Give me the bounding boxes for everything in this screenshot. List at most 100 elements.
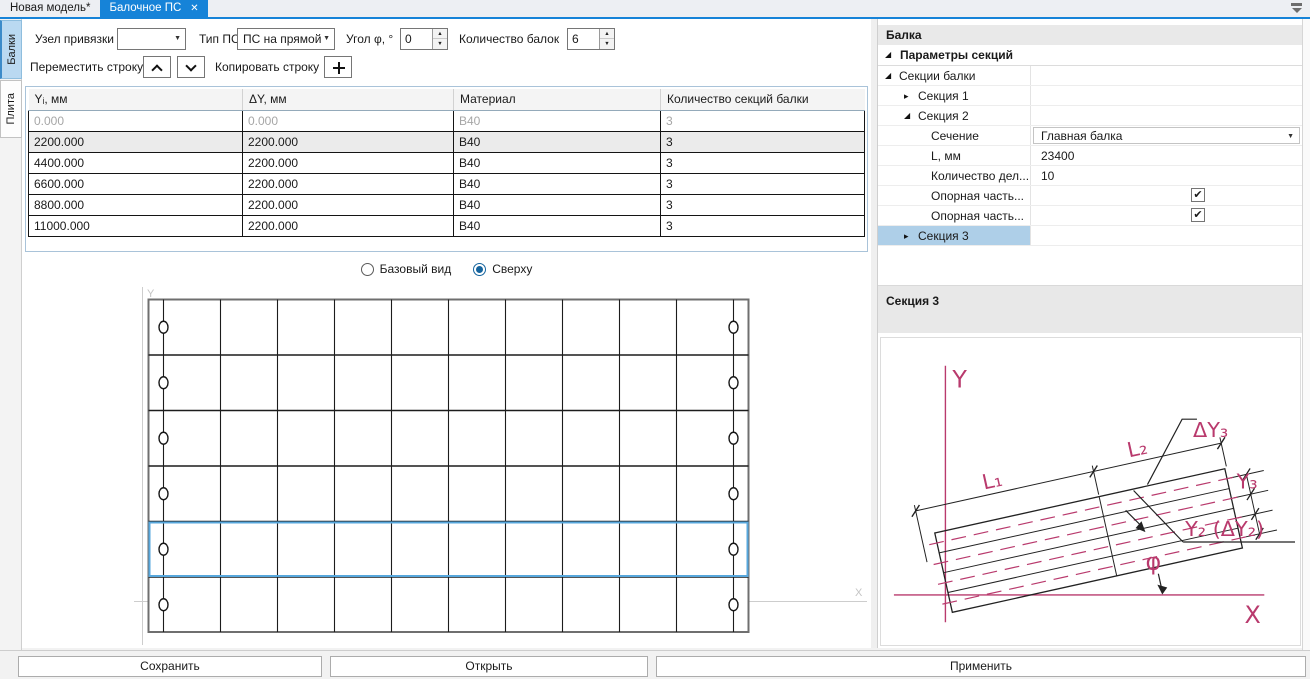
tree-item-section-1[interactable]: ▸ Секция 1 <box>878 86 1303 106</box>
expander-expanded-icon[interactable]: ◢ <box>885 66 891 86</box>
table-row[interactable]: 4400.000 2200.000 В40 3 <box>29 152 865 173</box>
radio-base-view[interactable]: Базовый вид <box>361 261 452 277</box>
save-button[interactable]: Сохранить <box>18 656 322 677</box>
beam-count-spinner[interactable]: 6 ▲ ▼ <box>567 28 615 50</box>
expander-expanded-icon[interactable]: ◢ <box>885 45 891 65</box>
property-row-divisions[interactable]: Количество дел... 10 <box>878 166 1303 186</box>
column-header-dy[interactable]: ΔY, мм <box>243 89 454 110</box>
open-button[interactable]: Открыть <box>330 656 648 677</box>
cell-dy[interactable]: 2200.000 <box>243 215 454 236</box>
tree-item-beam-sections[interactable]: ◢ Секции балки <box>878 66 1303 86</box>
property-row-length[interactable]: L, мм 23400 <box>878 146 1303 166</box>
expander-collapsed-icon[interactable]: ▸ <box>904 86 909 106</box>
plan-y-axis-label: Y <box>147 288 155 300</box>
side-tab-beams[interactable]: Балки <box>0 20 22 79</box>
spin-down-icon[interactable]: ▼ <box>433 39 447 49</box>
cell-sections[interactable]: 3 <box>661 131 865 152</box>
property-row-support-2[interactable]: Опорная часть... ✔ <box>878 206 1303 226</box>
move-row-up-button[interactable] <box>143 56 171 78</box>
tab-overflow-button[interactable] <box>1291 3 1303 14</box>
spin-up-icon[interactable]: ▲ <box>433 29 447 39</box>
diagram-y3-label: Y₃ <box>1236 470 1258 494</box>
tree-item-section-3[interactable]: ▸ Секция 3 <box>878 226 1303 246</box>
cell-yi[interactable]: 4400.000 <box>29 152 243 173</box>
tab-close-icon[interactable]: ✕ <box>190 4 198 14</box>
cell-yi[interactable]: 2200.000 <box>29 131 243 152</box>
cell-sections[interactable]: 3 <box>661 173 865 194</box>
cell-sections[interactable]: 3 <box>661 194 865 215</box>
tree-item-label: Секция 1 <box>918 86 969 106</box>
cell-sections[interactable]: 3 <box>661 110 865 131</box>
divisions-field[interactable]: 10 <box>1041 166 1054 186</box>
length-field[interactable]: 23400 <box>1041 146 1074 166</box>
column-header-material[interactable]: Материал <box>454 89 661 110</box>
column-header-sections[interactable]: Количество секций балки <box>661 89 865 110</box>
view-switch: Базовый вид Сверху <box>22 261 871 277</box>
ps-type-combobox[interactable]: ПС на прямой ▼ <box>237 28 335 50</box>
expander-expanded-icon[interactable]: ◢ <box>904 106 910 126</box>
tab-new-model[interactable]: Новая модель* <box>0 0 100 17</box>
property-row-support-1[interactable]: Опорная часть... ✔ <box>878 186 1303 206</box>
cell-yi[interactable]: 11000.000 <box>29 215 243 236</box>
cell-dy[interactable]: 2200.000 <box>243 131 454 152</box>
tree-item-label: Секция 2 <box>918 106 969 126</box>
table-row[interactable]: 11000.000 2200.000 В40 3 <box>29 215 865 236</box>
cell-dy[interactable]: 2200.000 <box>243 194 454 215</box>
inspector-panel: Балка ◢ Параметры секций ◢ Секции балки … <box>877 19 1302 648</box>
expander-collapsed-icon[interactable]: ▸ <box>904 226 909 246</box>
chevron-down-icon: ▼ <box>323 29 330 49</box>
support-checkbox-1[interactable]: ✔ <box>1191 188 1205 202</box>
table-row[interactable]: 6600.000 2200.000 В40 3 <box>29 173 865 194</box>
diagram-y2-label: Y₂ (ΔY₂) <box>1184 517 1264 541</box>
property-label: Сечение <box>931 126 979 146</box>
copy-row-button[interactable] <box>324 56 352 78</box>
side-tab-plate[interactable]: Плита <box>0 80 22 138</box>
tab-label: Новая модель* <box>10 0 90 17</box>
cell-material[interactable]: В40 <box>454 173 661 194</box>
cell-dy[interactable]: 2200.000 <box>243 173 454 194</box>
diagram-y-label: Y <box>951 366 967 394</box>
table-row[interactable]: 2200.000 2200.000 В40 3 <box>29 131 865 152</box>
spinner-buttons[interactable]: ▲ ▼ <box>432 29 447 49</box>
cell-dy[interactable]: 0.000 <box>243 110 454 131</box>
description-title: Секция 3 <box>886 294 939 308</box>
combobox-value: Главная балка <box>1041 128 1122 144</box>
cell-sections[interactable]: 3 <box>661 215 865 236</box>
tree-item-section-2[interactable]: ◢ Секция 2 <box>878 106 1303 126</box>
angle-spinner[interactable]: 0 ▲ ▼ <box>400 28 448 50</box>
radio-top-view[interactable]: Сверху <box>473 261 532 277</box>
radio-label: Сверху <box>492 262 532 276</box>
cell-material[interactable]: В40 <box>454 131 661 152</box>
cell-yi[interactable]: 8800.000 <box>29 194 243 215</box>
spin-up-icon[interactable]: ▲ <box>600 29 614 39</box>
property-label: Количество дел... <box>931 166 1029 186</box>
cell-material[interactable]: В40 <box>454 152 661 173</box>
table-row[interactable]: 8800.000 2200.000 В40 3 <box>29 194 865 215</box>
diagram-l2-label: L₂ <box>1125 435 1150 463</box>
property-grid: ◢ Секции балки ▸ Секция 1 ◢ Секция 2 Сеч… <box>878 66 1303 246</box>
cell-material[interactable]: В40 <box>454 194 661 215</box>
inspector-title: Балка <box>878 25 1303 45</box>
apply-button[interactable]: Применить <box>656 656 1306 677</box>
tab-beam-ps[interactable]: Балочное ПС ✕ <box>100 0 207 17</box>
cell-yi[interactable]: 6600.000 <box>29 173 243 194</box>
spinner-value: 6 <box>572 29 579 49</box>
move-row-down-button[interactable] <box>177 56 205 78</box>
table-row[interactable]: 0.000 0.000 В40 3 <box>29 110 865 131</box>
cell-dy[interactable]: 2200.000 <box>243 152 454 173</box>
plan-view-canvas[interactable]: Y X <box>22 279 871 648</box>
cell-material[interactable]: В40 <box>454 215 661 236</box>
combobox-value: ПС на прямой <box>243 32 321 46</box>
property-row-section[interactable]: Сечение Главная балка ▼ <box>878 126 1303 146</box>
cell-sections[interactable]: 3 <box>661 152 865 173</box>
plan-x-axis-label: X <box>855 587 863 599</box>
anchor-node-combobox[interactable]: ▼ <box>117 28 186 50</box>
cell-yi[interactable]: 0.000 <box>29 110 243 131</box>
spin-down-icon[interactable]: ▼ <box>600 39 614 49</box>
cell-material[interactable]: В40 <box>454 110 661 131</box>
category-row-section-params[interactable]: ◢ Параметры секций <box>878 45 1303 66</box>
section-combobox[interactable]: Главная балка ▼ <box>1033 127 1300 144</box>
column-header-yi[interactable]: Yᵢ, мм <box>29 89 243 110</box>
spinner-buttons[interactable]: ▲ ▼ <box>599 29 614 49</box>
support-checkbox-2[interactable]: ✔ <box>1191 208 1205 222</box>
